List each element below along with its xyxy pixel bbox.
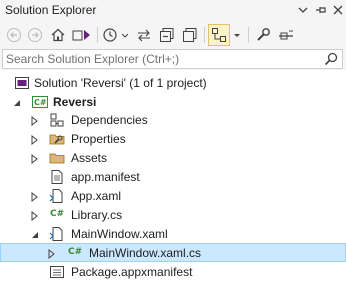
dependencies-icon <box>49 112 65 128</box>
tree-item-app-manifest[interactable]: app.manifest <box>0 167 346 186</box>
solution-tree: Solution 'Reversi' (1 of 1 project) C# R… <box>0 70 346 285</box>
show-all-files-icon[interactable] <box>180 24 200 46</box>
collapsed-arrow-icon[interactable] <box>30 134 40 148</box>
tree-item-library-cs[interactable]: C# Library.cs <box>0 205 346 224</box>
tree-item-mainwindow-xaml-cs[interactable]: C# MainWindow.xaml.cs <box>0 243 346 262</box>
solution-icon <box>14 75 30 91</box>
collapsed-arrow-icon[interactable] <box>30 210 40 224</box>
tree-item-label: Assets <box>71 151 108 165</box>
tree-item-properties[interactable]: Properties <box>0 129 346 148</box>
back-icon[interactable] <box>5 24 23 46</box>
switch-views-icon[interactable] <box>71 24 93 46</box>
folder-icon <box>49 150 65 166</box>
tree-item-label: App.xaml <box>71 189 122 203</box>
tree-item-label: Dependencies <box>71 113 148 127</box>
svg-text:C#: C# <box>34 98 47 107</box>
tree-item-label: Properties <box>71 132 126 146</box>
dropdown-chevron-icon[interactable] <box>231 24 243 46</box>
tree-item-label: Package.appxmanifest <box>71 265 193 279</box>
tree-item-package-appxmanifest[interactable]: Package.appxmanifest <box>0 262 346 281</box>
tree-item-label: Reversi <box>53 95 97 109</box>
collapsed-arrow-icon[interactable] <box>30 153 40 167</box>
xaml-icon <box>49 188 65 204</box>
collapsed-arrow-icon[interactable] <box>30 191 40 205</box>
title-bar: Solution Explorer <box>0 0 346 22</box>
search-input[interactable] <box>6 51 306 67</box>
package-manifest-icon <box>49 264 65 280</box>
csharp-project-icon: C# <box>32 94 48 110</box>
toolbar <box>0 22 346 48</box>
forward-icon[interactable] <box>26 24 44 46</box>
collapse-all-icon[interactable] <box>157 24 177 46</box>
tree-item-solution[interactable]: Solution 'Reversi' (1 of 1 project) <box>0 73 346 92</box>
tree-item-app-xaml[interactable]: App.xaml <box>0 186 346 205</box>
window-title: Solution Explorer <box>5 3 97 17</box>
tree-item-label: Solution 'Reversi' (1 of 1 project) <box>34 76 207 90</box>
manifest-icon <box>49 169 65 185</box>
tree-item-project[interactable]: C# Reversi <box>0 92 346 111</box>
tree-item-assets[interactable]: Assets <box>0 148 346 167</box>
tree-item-label: app.manifest <box>71 170 140 184</box>
search-icon[interactable] <box>323 51 339 70</box>
xaml-icon <box>49 226 65 242</box>
tree-item-mainwindow-xaml[interactable]: MainWindow.xaml <box>0 224 346 243</box>
collapsed-arrow-icon[interactable] <box>47 248 57 262</box>
pin-icon[interactable] <box>313 2 329 18</box>
collapsed-arrow-icon[interactable] <box>30 115 40 129</box>
expanded-arrow-icon[interactable] <box>30 229 40 243</box>
sync-icon[interactable] <box>134 24 154 46</box>
tree-item-dependencies[interactable]: Dependencies <box>0 110 346 129</box>
chevron-down-icon[interactable] <box>295 2 311 18</box>
settings-icon[interactable] <box>276 24 296 46</box>
close-icon[interactable] <box>330 2 346 18</box>
properties-icon[interactable] <box>253 24 273 46</box>
csharp-file-icon: C# <box>68 247 83 257</box>
search-box[interactable] <box>2 49 343 69</box>
preview-selected-icon[interactable] <box>208 24 230 46</box>
expanded-arrow-icon[interactable] <box>12 97 22 111</box>
properties-folder-icon <box>49 131 65 147</box>
tree-item-label: MainWindow.xaml <box>71 227 168 241</box>
tree-item-label: Library.cs <box>71 208 123 222</box>
csharp-file-icon: C# <box>50 209 65 219</box>
tree-item-label: MainWindow.xaml.cs <box>89 246 202 260</box>
history-icon[interactable] <box>101 24 131 46</box>
home-icon[interactable] <box>48 24 68 46</box>
